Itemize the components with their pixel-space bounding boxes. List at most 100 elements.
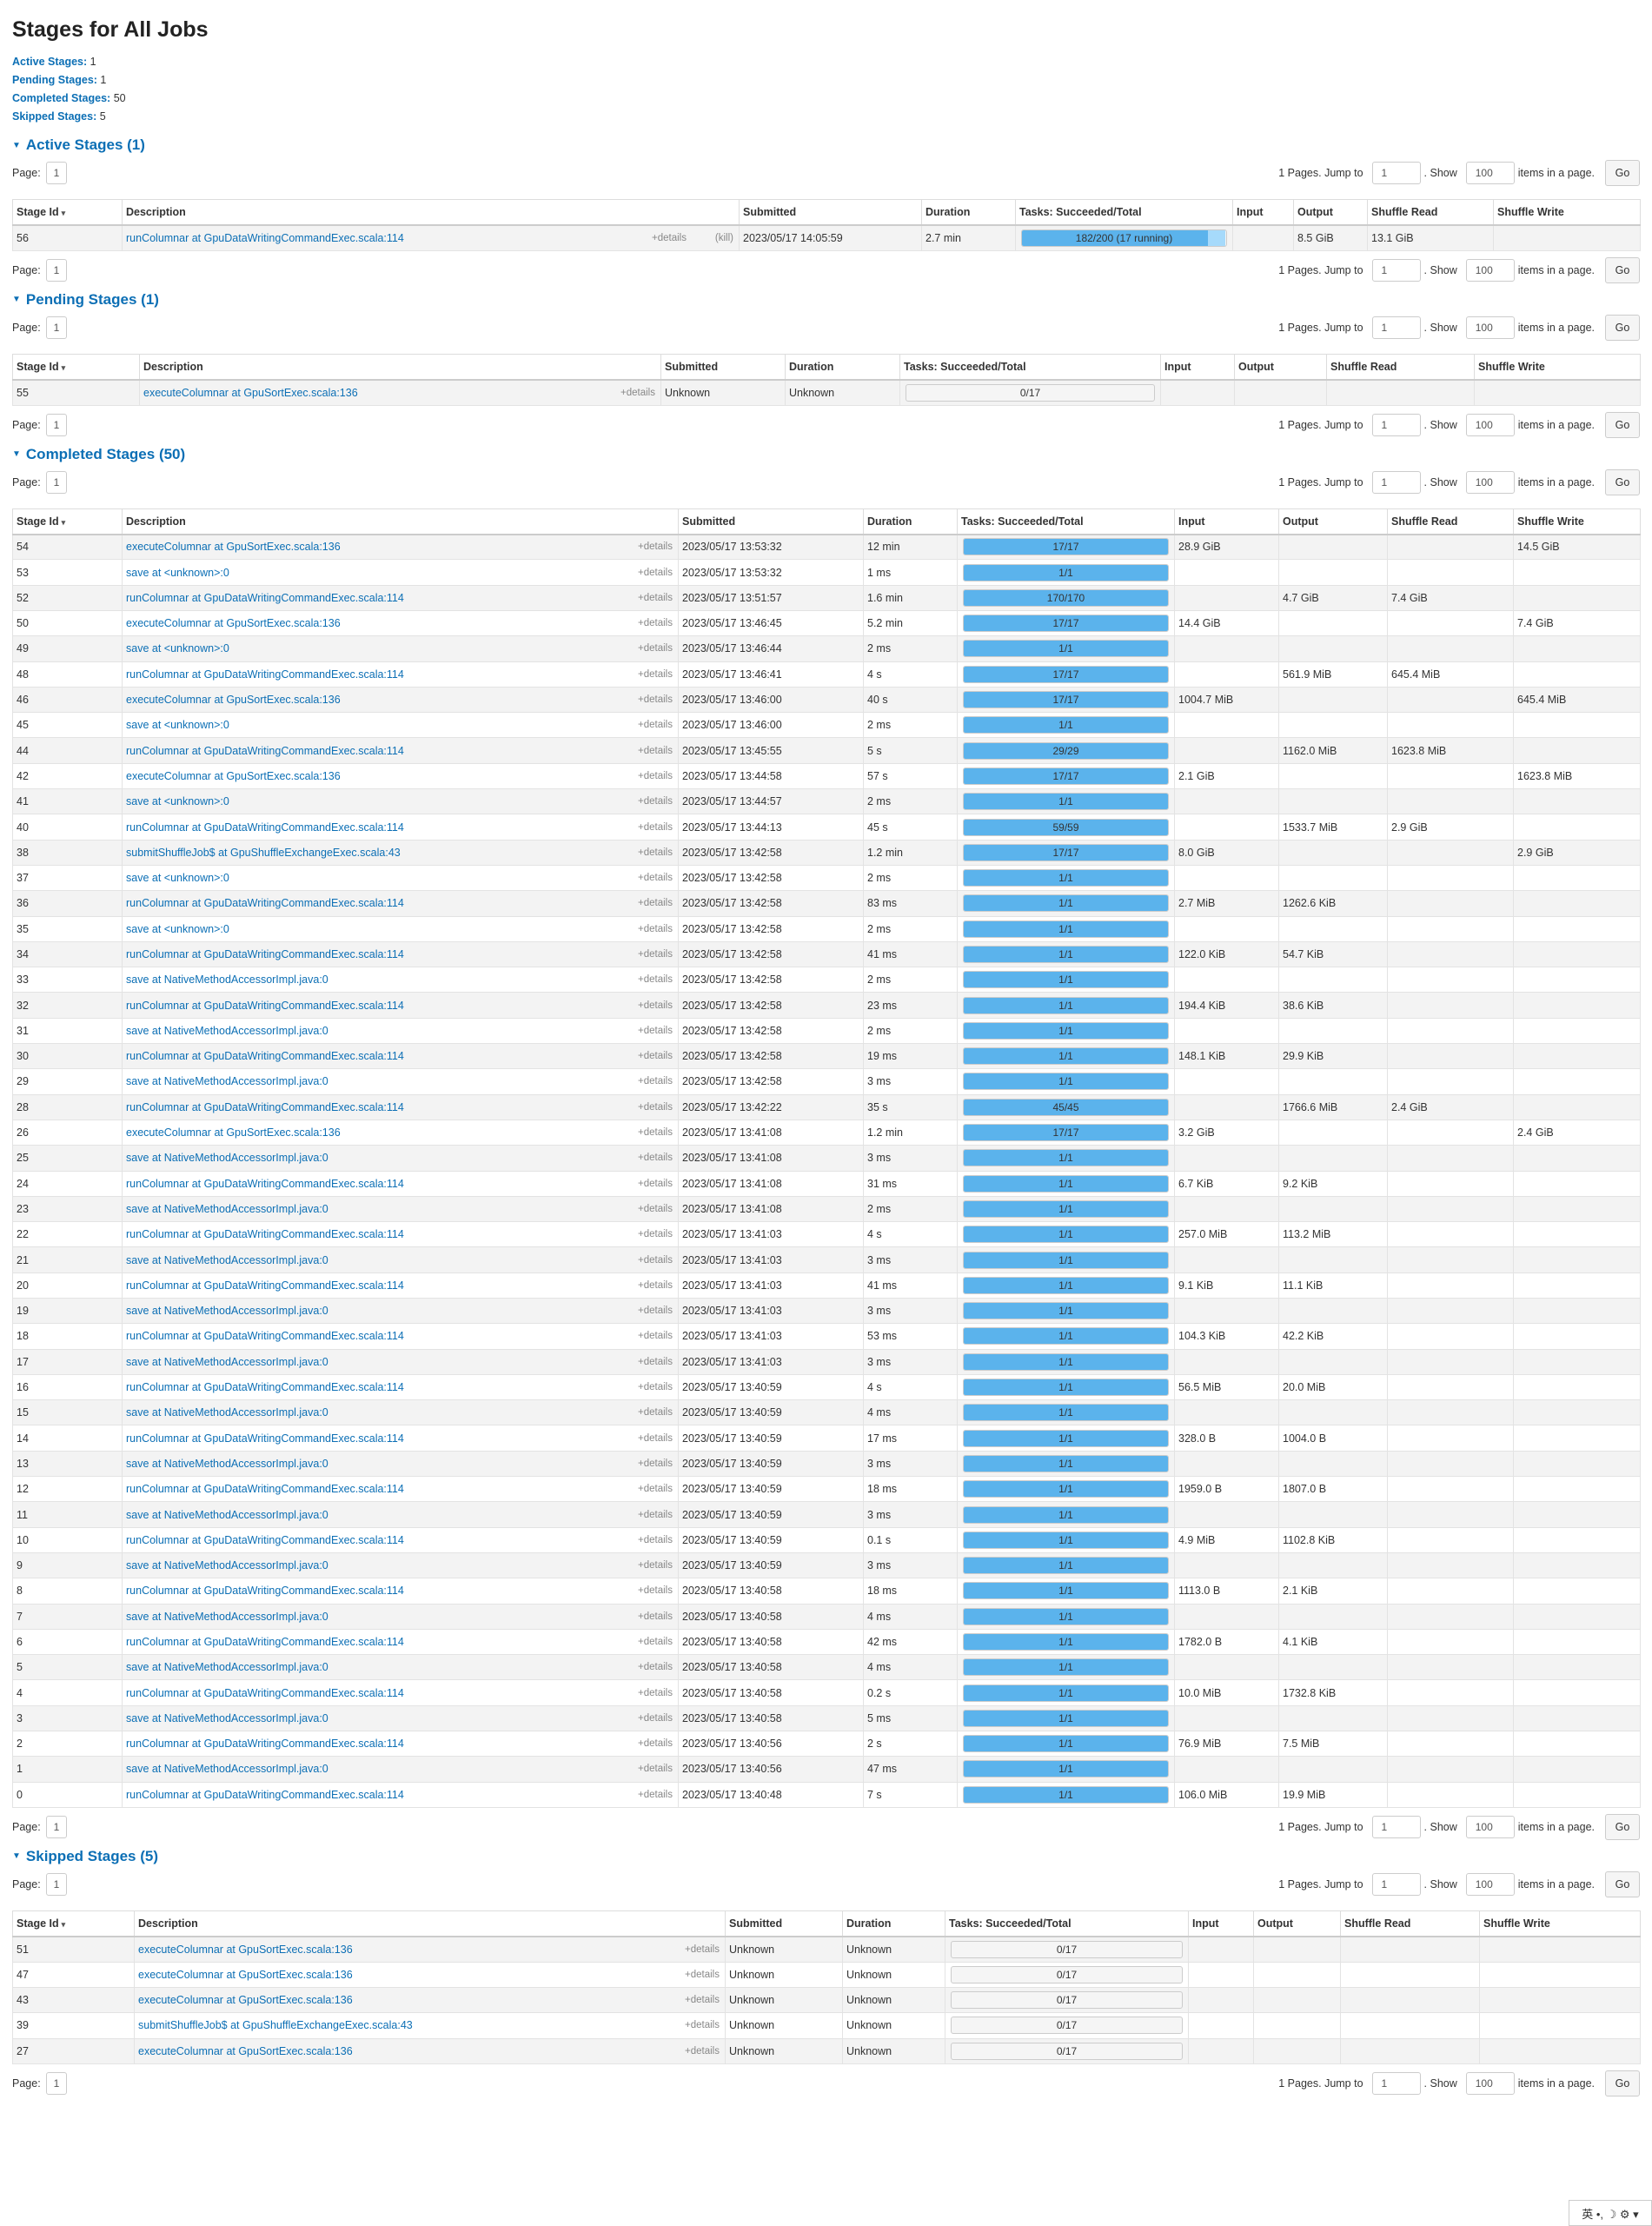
details-toggle[interactable]: +details <box>638 1179 673 1189</box>
details-toggle[interactable]: +details <box>638 847 673 858</box>
jump-to-page-input[interactable]: 1 <box>1371 316 1421 339</box>
summary-pending-link[interactable]: Pending Stages: <box>12 74 97 86</box>
page-number-link[interactable]: 1 <box>45 1872 68 1896</box>
page-size-input[interactable]: 100 <box>1465 470 1515 494</box>
stage-description-link[interactable]: runColumnar at GpuDataWritingCommandExec… <box>126 1534 404 1546</box>
stage-description-link[interactable]: runColumnar at GpuDataWritingCommandExec… <box>126 1636 404 1648</box>
details-toggle[interactable]: +details <box>638 771 673 781</box>
ime-toolbar[interactable]: 英 •, ☽ ⚙ ▾ <box>1569 2200 1652 2226</box>
details-toggle[interactable]: +details <box>638 1433 673 1444</box>
details-toggle[interactable]: +details <box>638 1076 673 1086</box>
stage-description-link[interactable]: runColumnar at GpuDataWritingCommandExec… <box>126 1178 404 1190</box>
column-header[interactable]: Duration <box>921 199 1016 226</box>
column-header[interactable]: Description <box>122 199 740 226</box>
column-header[interactable]: Input <box>1188 1910 1254 1937</box>
stage-description-link[interactable]: runColumnar at GpuDataWritingCommandExec… <box>126 821 404 834</box>
details-toggle[interactable]: +details <box>652 233 687 243</box>
column-header[interactable]: Shuffle Read <box>1326 353 1475 381</box>
column-header[interactable]: Description <box>122 508 679 535</box>
summary-skipped-link[interactable]: Skipped Stages: <box>12 110 96 123</box>
stage-description-link[interactable]: executeColumnar at GpuSortExec.scala:136 <box>126 1126 341 1139</box>
column-header[interactable]: Tasks: Succeeded/Total <box>1015 199 1233 226</box>
details-toggle[interactable]: +details <box>638 1738 673 1749</box>
stage-description-link[interactable]: submitShuffleJob$ at GpuShuffleExchangeE… <box>126 847 401 859</box>
jump-to-page-input[interactable]: 1 <box>1371 162 1421 184</box>
details-toggle[interactable]: +details <box>638 822 673 833</box>
details-toggle[interactable]: +details <box>638 746 673 756</box>
stage-description-link[interactable]: save at <unknown>:0 <box>126 923 229 935</box>
skipped-stages-header[interactable]: ▼ Skipped Stages (5) <box>12 1848 1640 1865</box>
details-toggle[interactable]: +details <box>638 1611 673 1622</box>
stage-description-link[interactable]: save at <unknown>:0 <box>126 642 229 655</box>
stage-description-link[interactable]: save at NativeMethodAccessorImpl.java:0 <box>126 1075 328 1087</box>
details-toggle[interactable]: +details <box>685 2020 720 2030</box>
column-header[interactable]: Tasks: Succeeded/Total <box>899 353 1161 381</box>
stage-description-link[interactable]: runColumnar at GpuDataWritingCommandExec… <box>126 1000 404 1012</box>
jump-to-page-input[interactable]: 1 <box>1371 2071 1421 2095</box>
details-toggle[interactable]: +details <box>638 873 673 883</box>
details-toggle[interactable]: +details <box>638 1000 673 1011</box>
page-number-link[interactable]: 1 <box>45 258 68 282</box>
column-header[interactable]: Output <box>1278 508 1388 535</box>
page-number-link[interactable]: 1 <box>45 316 68 339</box>
column-header[interactable]: Stage Id ▾ <box>12 353 140 381</box>
go-button[interactable]: Go <box>1605 256 1640 283</box>
go-button[interactable]: Go <box>1605 2070 1640 2096</box>
stage-description-link[interactable]: runColumnar at GpuDataWritingCommandExec… <box>126 232 404 244</box>
page-size-input[interactable]: 100 <box>1465 258 1515 282</box>
stage-description-link[interactable]: runColumnar at GpuDataWritingCommandExec… <box>126 1050 404 1062</box>
stage-description-link[interactable]: save at NativeMethodAccessorImpl.java:0 <box>126 1406 328 1419</box>
stage-description-link[interactable]: executeColumnar at GpuSortExec.scala:136 <box>138 1944 353 1956</box>
column-header[interactable]: Input <box>1160 353 1235 381</box>
stage-description-link[interactable]: save at NativeMethodAccessorImpl.java:0 <box>126 1559 328 1571</box>
column-header[interactable]: Duration <box>785 353 900 381</box>
details-toggle[interactable]: +details <box>638 924 673 934</box>
details-toggle[interactable]: +details <box>638 694 673 705</box>
column-header[interactable]: Shuffle Write <box>1513 508 1641 535</box>
details-toggle[interactable]: +details <box>638 1382 673 1392</box>
stage-description-link[interactable]: save at <unknown>:0 <box>126 872 229 884</box>
column-header[interactable]: Stage Id ▾ <box>12 1910 135 1937</box>
page-size-input[interactable]: 100 <box>1465 1815 1515 1838</box>
column-header[interactable]: Submitted <box>660 353 786 381</box>
page-size-input[interactable]: 100 <box>1465 2071 1515 2095</box>
column-header[interactable]: Shuffle Write <box>1479 1910 1641 1937</box>
stage-description-link[interactable]: save at NativeMethodAccessorImpl.java:0 <box>126 1305 328 1317</box>
stage-description-link[interactable]: runColumnar at GpuDataWritingCommandExec… <box>126 1279 404 1292</box>
details-toggle[interactable]: +details <box>638 898 673 908</box>
stage-description-link[interactable]: save at NativeMethodAccessorImpl.java:0 <box>126 1152 328 1164</box>
stage-description-link[interactable]: executeColumnar at GpuSortExec.scala:136 <box>126 617 341 629</box>
stage-description-link[interactable]: runColumnar at GpuDataWritingCommandExec… <box>126 1381 404 1393</box>
stage-description-link[interactable]: runColumnar at GpuDataWritingCommandExec… <box>126 897 404 909</box>
details-toggle[interactable]: +details <box>638 669 673 680</box>
column-header[interactable]: Description <box>134 1910 726 1937</box>
stage-description-link[interactable]: executeColumnar at GpuSortExec.scala:136 <box>138 1969 353 1981</box>
page-size-input[interactable]: 100 <box>1465 413 1515 436</box>
jump-to-page-input[interactable]: 1 <box>1371 470 1421 494</box>
details-toggle[interactable]: +details <box>638 1026 673 1036</box>
details-toggle[interactable]: +details <box>685 1944 720 1955</box>
stage-description-link[interactable]: save at <unknown>:0 <box>126 567 229 579</box>
stage-description-link[interactable]: save at <unknown>:0 <box>126 795 229 807</box>
details-toggle[interactable]: +details <box>638 593 673 603</box>
details-toggle[interactable]: +details <box>638 796 673 807</box>
jump-to-page-input[interactable]: 1 <box>1371 413 1421 436</box>
page-number-link[interactable]: 1 <box>45 470 68 494</box>
details-toggle[interactable]: +details <box>638 1255 673 1266</box>
page-number-link[interactable]: 1 <box>45 162 68 184</box>
column-header[interactable]: Shuffle Write <box>1474 353 1641 381</box>
jump-to-page-input[interactable]: 1 <box>1371 258 1421 282</box>
column-header[interactable]: Input <box>1232 199 1294 226</box>
stage-description-link[interactable]: save at NativeMethodAccessorImpl.java:0 <box>126 1611 328 1623</box>
go-button[interactable]: Go <box>1605 314 1640 341</box>
completed-stages-header[interactable]: ▼ Completed Stages (50) <box>12 446 1640 463</box>
stage-description-link[interactable]: runColumnar at GpuDataWritingCommandExec… <box>126 948 404 960</box>
stage-description-link[interactable]: runColumnar at GpuDataWritingCommandExec… <box>126 1228 404 1240</box>
details-toggle[interactable]: +details <box>638 1357 673 1367</box>
column-header[interactable]: Shuffle Read <box>1340 1910 1480 1937</box>
jump-to-page-input[interactable]: 1 <box>1371 1815 1421 1838</box>
column-header[interactable]: Duration <box>842 1910 945 1937</box>
details-toggle[interactable]: +details <box>620 388 655 398</box>
summary-completed-link[interactable]: Completed Stages: <box>12 92 110 104</box>
column-header[interactable]: Output <box>1293 199 1368 226</box>
